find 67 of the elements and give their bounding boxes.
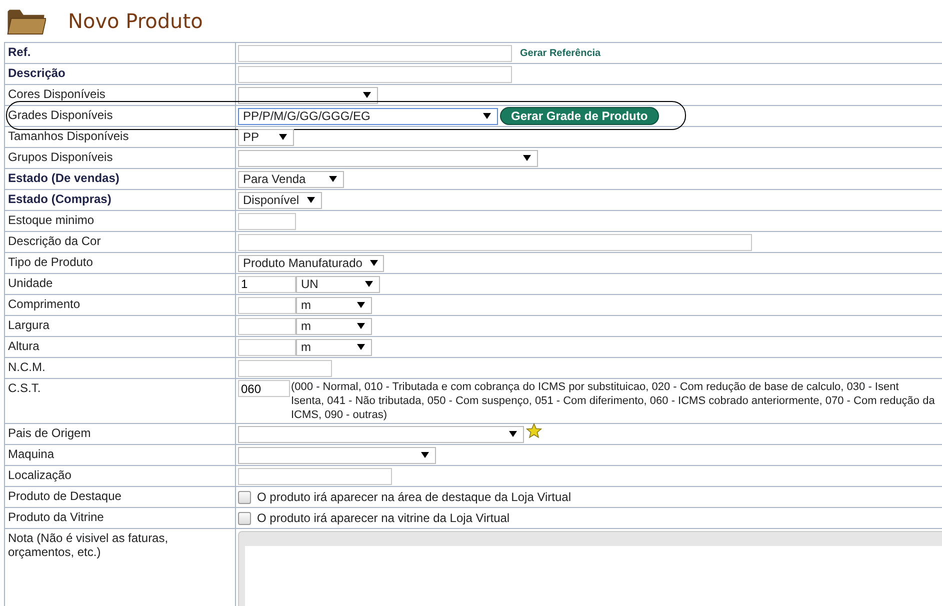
caret-icon [279,134,287,140]
field-label: Descrição [8,66,66,80]
dropdown[interactable]: PP [238,128,294,146]
text-field[interactable] [238,468,392,484]
field-label: Ref. [8,45,31,59]
checkbox[interactable] [238,490,251,504]
dropdown[interactable] [238,86,378,104]
caret-icon [357,344,365,350]
caret-icon [523,155,531,161]
field-label: Localização [8,468,72,482]
caret-icon [357,323,365,329]
field-label: Largura [8,318,50,332]
field-label: Unidade [8,276,53,290]
text-field[interactable] [238,44,512,62]
star-icon[interactable] [526,423,542,439]
generate-grid-button[interactable]: Gerar Grade de Produto [500,107,659,125]
generate-reference-link[interactable]: Gerar Referência [520,48,601,58]
caret-icon [363,92,371,98]
field-label: Estado (Compras) [8,192,112,206]
field-label: Estoque minimo [8,213,94,227]
field-label: Pais de Origem [8,426,91,440]
dropdown[interactable]: UN [296,276,380,292]
field-label: Altura [8,339,40,353]
caret-icon [365,281,373,287]
field-label: C.S.T. [8,381,41,395]
dropdown[interactable]: m [296,338,372,356]
text-field[interactable] [238,234,752,250]
field-label: N.C.M. [8,360,46,374]
dropdown[interactable]: m [296,296,372,314]
field-label: Estado (De vendas) [8,171,120,185]
cst-description: (000 - Normal, 010 - Tributada e com cobrança do ICMS por substituicao, 020 - Com redução de base de calculo, 030 - Isent Isenta, 041 - Não tributada, 050 - Com suspenço, 051 - Com diferimento, 060 - ICMS cobrado anteriormente, 070 - Com redução da ICMS, 090 - outras) [291,380,935,422]
field-label: Cores Disponíveis [8,87,106,101]
text-field[interactable] [238,360,332,376]
field-label: Tamanhos Disponíveis [8,129,129,143]
text-field[interactable] [238,338,296,356]
dropdown[interactable]: Produto Manufaturado [238,254,384,272]
caret-icon [370,260,378,266]
text-field[interactable] [238,296,296,314]
caret-icon [307,197,316,203]
field-label: Grupos Disponíveis [8,150,113,164]
text-field[interactable] [238,318,296,334]
caret-icon [421,452,429,458]
caret-icon [483,113,491,119]
field-label: Maquina [8,447,54,461]
field-label: Comprimento [8,297,80,311]
field-label: Descrição da Cor [8,234,101,248]
dropdown[interactable]: m [296,318,372,334]
field-label: Produto da Vitrine [8,510,104,524]
checkbox-label: O produto irá aparecer na vitrine da Loja Virtual [257,511,510,525]
text-field[interactable] [238,212,296,230]
caret-icon [357,302,365,308]
caret-icon [329,176,337,182]
text-field[interactable]: 060 [238,380,290,397]
field-label: Grades Disponíveis [8,108,113,122]
checkbox[interactable] [238,512,251,524]
dropdown[interactable]: Para Venda [238,170,344,188]
rich-text-editor[interactable] [238,531,942,606]
text-field[interactable] [238,66,512,82]
dropdown[interactable]: Disponível [238,192,322,208]
checkbox-label: O produto irá aparecer na área de destaque da Loja Virtual [257,490,571,504]
caret-icon [509,431,517,437]
field-label: Produto de Destaque [8,489,122,503]
field-label: Nota (Não é visivel as faturas, orçamentos, etc.) [8,531,168,559]
dropdown[interactable]: PP/P/M/G/GG/GGG/EG [238,108,498,124]
field-label: Tipo de Produto [8,255,93,269]
page-title: Novo Produto [68,9,203,33]
text-field[interactable]: 1 [238,276,296,292]
